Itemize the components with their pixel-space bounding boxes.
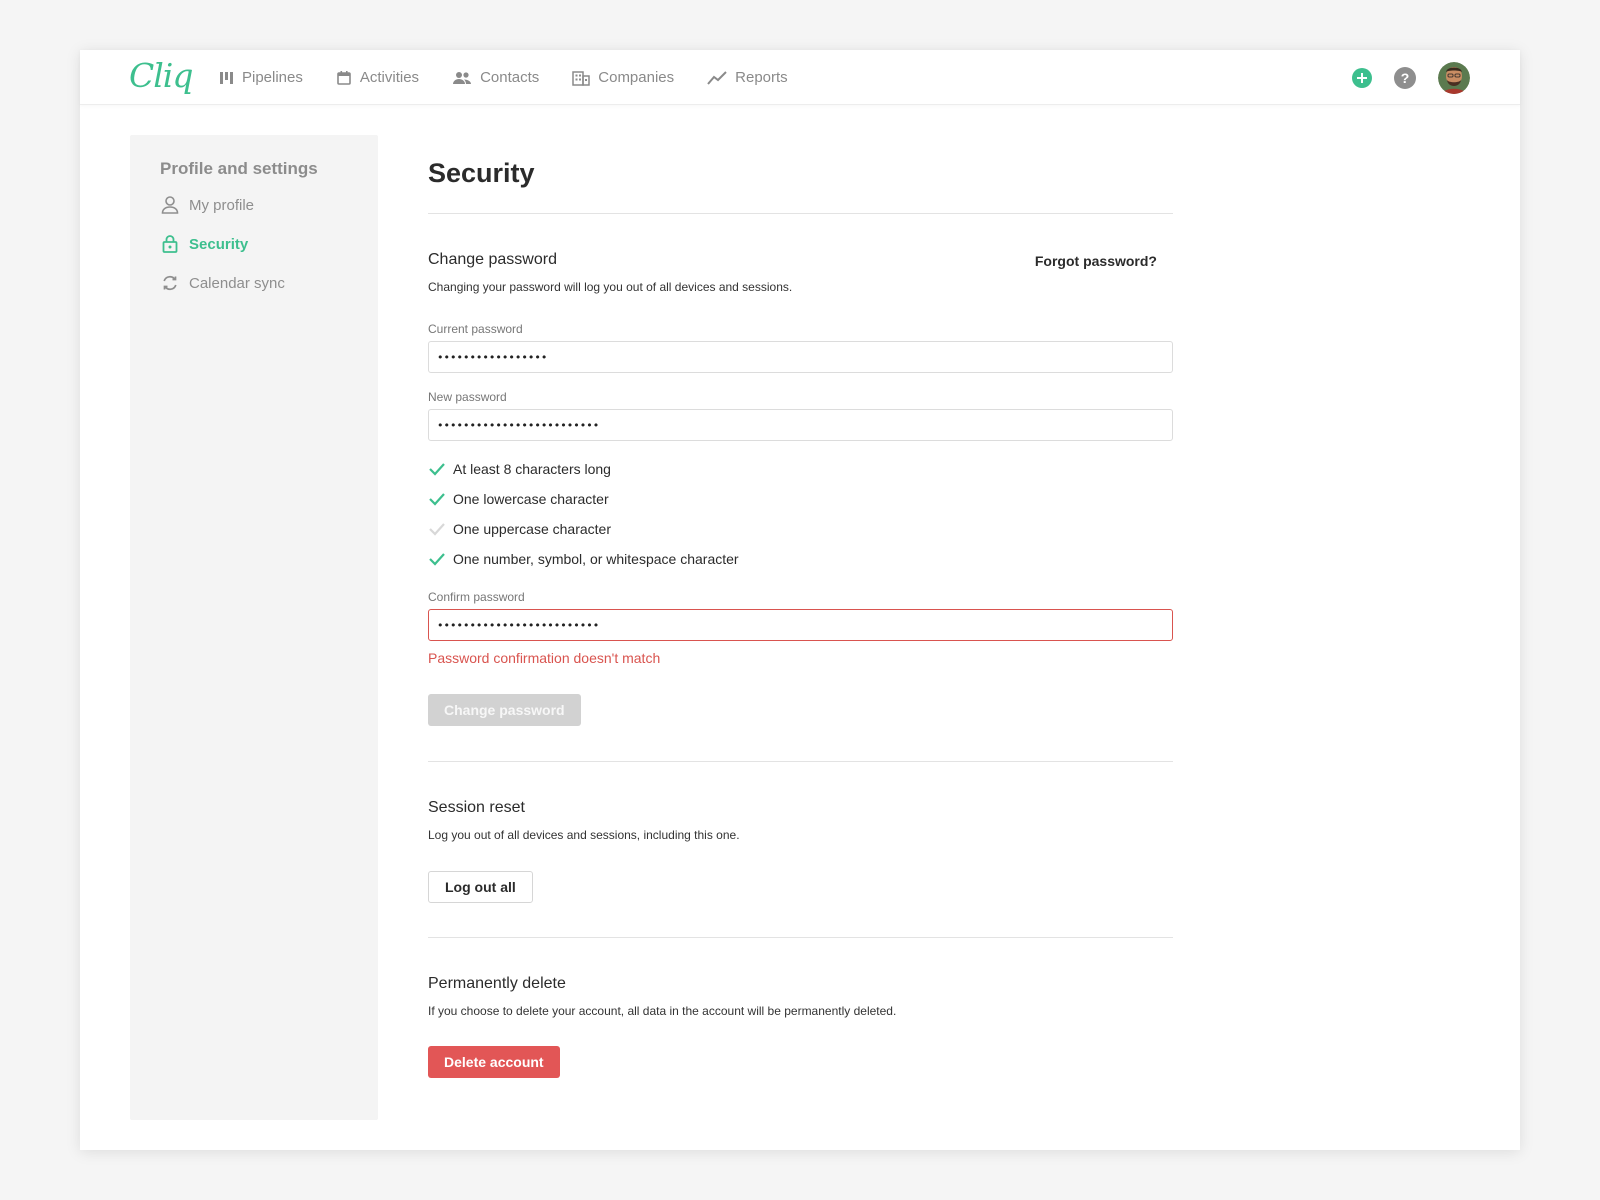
help-icon: ? (1394, 67, 1416, 89)
svg-text:?: ? (1401, 70, 1410, 86)
change-password-title: Change password (428, 251, 557, 268)
sidebar-item-label: Security (189, 235, 249, 253)
main-nav: Pipelines Activities Contacts Companies … (218, 50, 821, 105)
nav-item-companies[interactable]: Companies (572, 69, 674, 86)
permanently-delete-description: If you choose to delete your account, al… (428, 1004, 897, 1018)
avatar-image (1438, 62, 1470, 94)
top-navbar: Cliq Pipelines Activities Contacts Compa… (80, 50, 1520, 105)
divider (428, 937, 1173, 938)
password-rule: At least 8 characters long (428, 461, 611, 477)
app-window: Cliq Pipelines Activities Contacts Compa… (80, 50, 1520, 1150)
check-icon (429, 523, 445, 536)
forgot-password-link[interactable]: Forgot password? (1035, 253, 1157, 269)
divider (428, 213, 1173, 214)
page-title: Security (428, 158, 535, 188)
people-icon (453, 71, 472, 84)
sidebar-title: Profile and settings (160, 159, 318, 178)
sync-icon (163, 275, 177, 291)
add-circle-icon (1352, 68, 1372, 88)
nav-label: Activities (359, 69, 420, 86)
session-reset-description: Log you out of all devices and sessions,… (428, 828, 740, 842)
confirm-password-label: Confirm password (428, 590, 525, 604)
password-rule-label: One number, symbol, or whitespace charac… (453, 551, 739, 567)
avatar[interactable] (1438, 62, 1470, 94)
divider (428, 761, 1173, 762)
settings-sidebar: Profile and settings My profile Security… (130, 135, 378, 1120)
password-rule: One lowercase character (428, 491, 609, 507)
nav-item-reports[interactable]: Reports (707, 69, 788, 86)
nav-item-activities[interactable]: Activities (336, 69, 419, 86)
current-password-label: Current password (428, 322, 523, 336)
nav-label: Reports (735, 69, 788, 86)
nav-label: Pipelines (242, 69, 303, 86)
sidebar-item-label: My profile (189, 196, 255, 214)
change-password-button[interactable]: Change password (428, 694, 581, 726)
confirm-password-field[interactable] (428, 609, 1173, 641)
change-password-description: Changing your password will log you out … (428, 280, 793, 294)
help-button[interactable]: ? (1394, 67, 1416, 89)
check-icon (429, 463, 445, 476)
new-password-label: New password (428, 390, 507, 404)
nav-label: Contacts (480, 69, 540, 86)
nav-item-pipelines[interactable]: Pipelines (218, 69, 303, 86)
lock-icon (162, 235, 178, 253)
password-rule-label: At least 8 characters long (453, 461, 611, 477)
new-password-field[interactable] (428, 409, 1173, 441)
trend-icon (707, 70, 727, 85)
nav-label: Companies (598, 69, 675, 86)
password-rule-label: One lowercase character (453, 491, 609, 507)
log-out-all-button[interactable]: Log out all (428, 871, 533, 903)
sidebar-item-my-profile[interactable]: My profile (160, 195, 254, 215)
sidebar-item-security[interactable]: Security (160, 234, 248, 254)
password-rule: One number, symbol, or whitespace charac… (428, 551, 739, 567)
sidebar-item-calendar-sync[interactable]: Calendar sync (160, 273, 285, 293)
check-icon (429, 553, 445, 566)
permanently-delete-title: Permanently delete (428, 975, 566, 992)
current-password-field[interactable] (428, 341, 1173, 373)
building-icon (572, 70, 591, 86)
password-rule: One uppercase character (428, 521, 611, 537)
top-actions: ? (1330, 62, 1470, 94)
session-reset-title: Session reset (428, 799, 525, 816)
delete-account-button[interactable]: Delete account (428, 1046, 560, 1078)
user-icon (161, 196, 179, 214)
check-icon (429, 493, 445, 506)
pipeline-icon (220, 71, 233, 84)
nav-item-contacts[interactable]: Contacts (452, 69, 539, 86)
calendar-icon (337, 70, 351, 85)
add-button[interactable] (1352, 68, 1372, 88)
sidebar-item-label: Calendar sync (189, 274, 285, 292)
app-logo[interactable]: Cliq (129, 56, 193, 95)
password-rule-label: One uppercase character (453, 521, 611, 537)
confirm-password-error: Password confirmation doesn't match (428, 650, 661, 666)
